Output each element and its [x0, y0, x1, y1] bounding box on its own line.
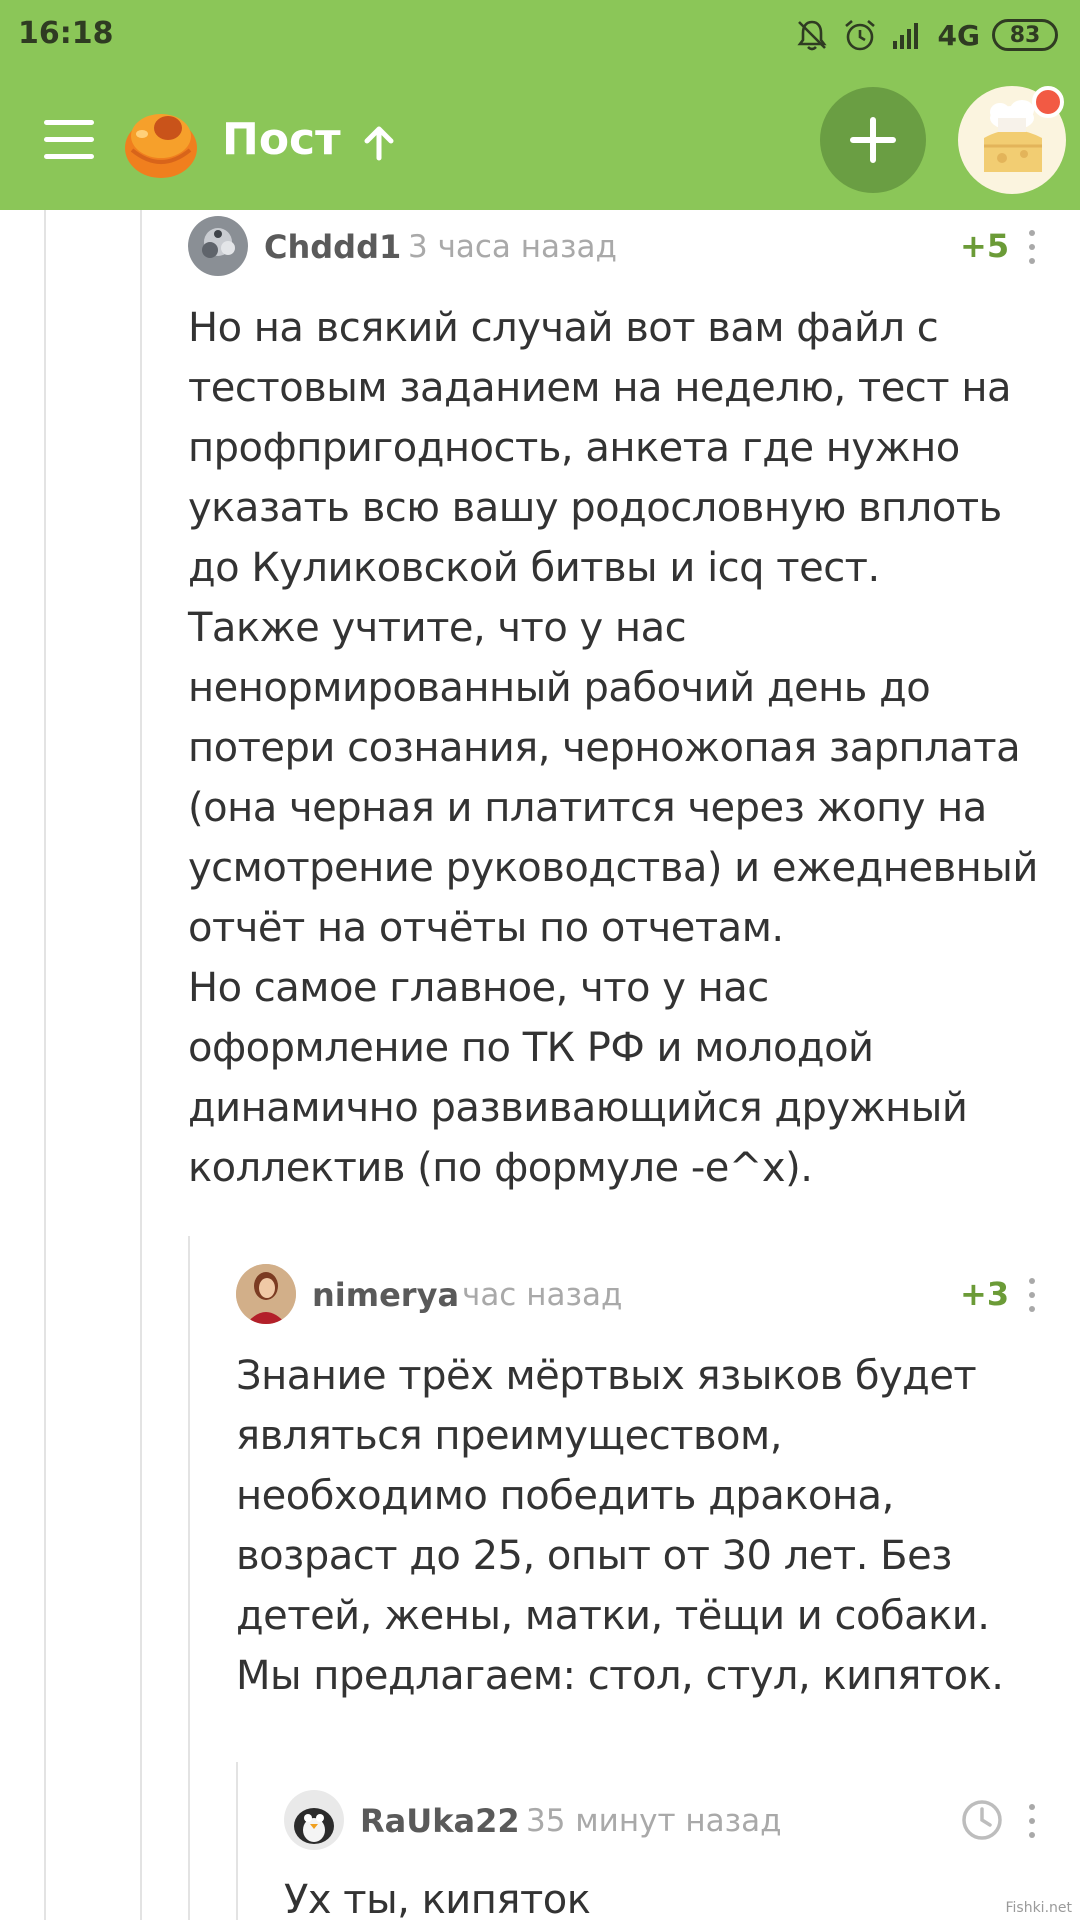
app-header: 16:18 4G 83 Пост: [0, 0, 1080, 210]
comment-author[interactable]: Chddd1: [264, 228, 401, 266]
comment-author[interactable]: RaUka22: [360, 1802, 520, 1840]
network-type: 4G: [937, 18, 980, 52]
thread-line: [236, 1762, 238, 1920]
thread-line: [140, 210, 142, 1920]
comment-text: Но на всякий случай вот вам файл с тесто…: [188, 305, 1038, 1191]
comment-header: RaUka22 35 минут назад: [284, 1790, 1068, 1850]
mute-bell-icon: [796, 20, 827, 51]
comment-author[interactable]: nimerya: [312, 1276, 459, 1314]
alarm-clock-icon: [844, 20, 875, 51]
comments-list: Chddd1 3 часа назад +5 Но на всякий случ…: [0, 210, 1080, 1920]
battery-icon: 83: [992, 19, 1058, 51]
arrow-up-icon[interactable]: [360, 124, 398, 162]
avatar[interactable]: [284, 1790, 344, 1850]
comment: RaUka22 35 минут назад Ух ты, кипяток: [284, 1790, 1068, 1920]
comment-rating: +3: [960, 1275, 1010, 1313]
status-time: 16:18: [18, 16, 114, 51]
thread-line: [44, 210, 46, 1920]
avatar[interactable]: [236, 1264, 296, 1324]
page-title: Пост: [222, 114, 341, 165]
more-options-icon[interactable]: [1026, 1278, 1038, 1312]
menu-icon[interactable]: [44, 120, 94, 160]
clock-icon: [962, 1800, 1002, 1840]
comment-time: час назад: [462, 1277, 623, 1313]
profile-avatar[interactable]: [958, 86, 1066, 194]
comment-header: nimerya час назад +3: [236, 1264, 1068, 1324]
add-post-button[interactable]: [820, 87, 926, 193]
app-bar: Пост: [0, 84, 1080, 200]
comment-text: Знание трёх мёртвых языков будет являтьс…: [236, 1353, 1004, 1699]
comment: Chddd1 3 часа назад +5 Но на всякий случ…: [188, 216, 1068, 1196]
more-options-icon[interactable]: [1026, 230, 1038, 264]
logo-icon: [125, 114, 197, 178]
status-icons: 4G 83: [794, 14, 1058, 56]
comment: nimerya час назад +3 Знание трёх мёртвых…: [236, 1264, 1068, 1704]
avatar[interactable]: [188, 216, 248, 276]
thread-line: [188, 1236, 190, 1920]
more-options-icon[interactable]: [1026, 1804, 1038, 1838]
status-bar: 16:18 4G 83: [0, 0, 1080, 72]
watermark: Fishki.net: [1005, 1900, 1072, 1916]
battery-level: 83: [1009, 22, 1041, 48]
comment-text: Ух ты, кипяток: [284, 1877, 591, 1920]
comment-time: 35 минут назад: [526, 1803, 782, 1839]
notification-dot: [1032, 86, 1064, 118]
comment-time: 3 часа назад: [408, 229, 617, 265]
signal-icon: [892, 23, 918, 49]
comment-rating: +5: [960, 227, 1010, 265]
plus-icon: [850, 117, 896, 163]
comment-header: Chddd1 3 часа назад +5: [188, 216, 1068, 276]
